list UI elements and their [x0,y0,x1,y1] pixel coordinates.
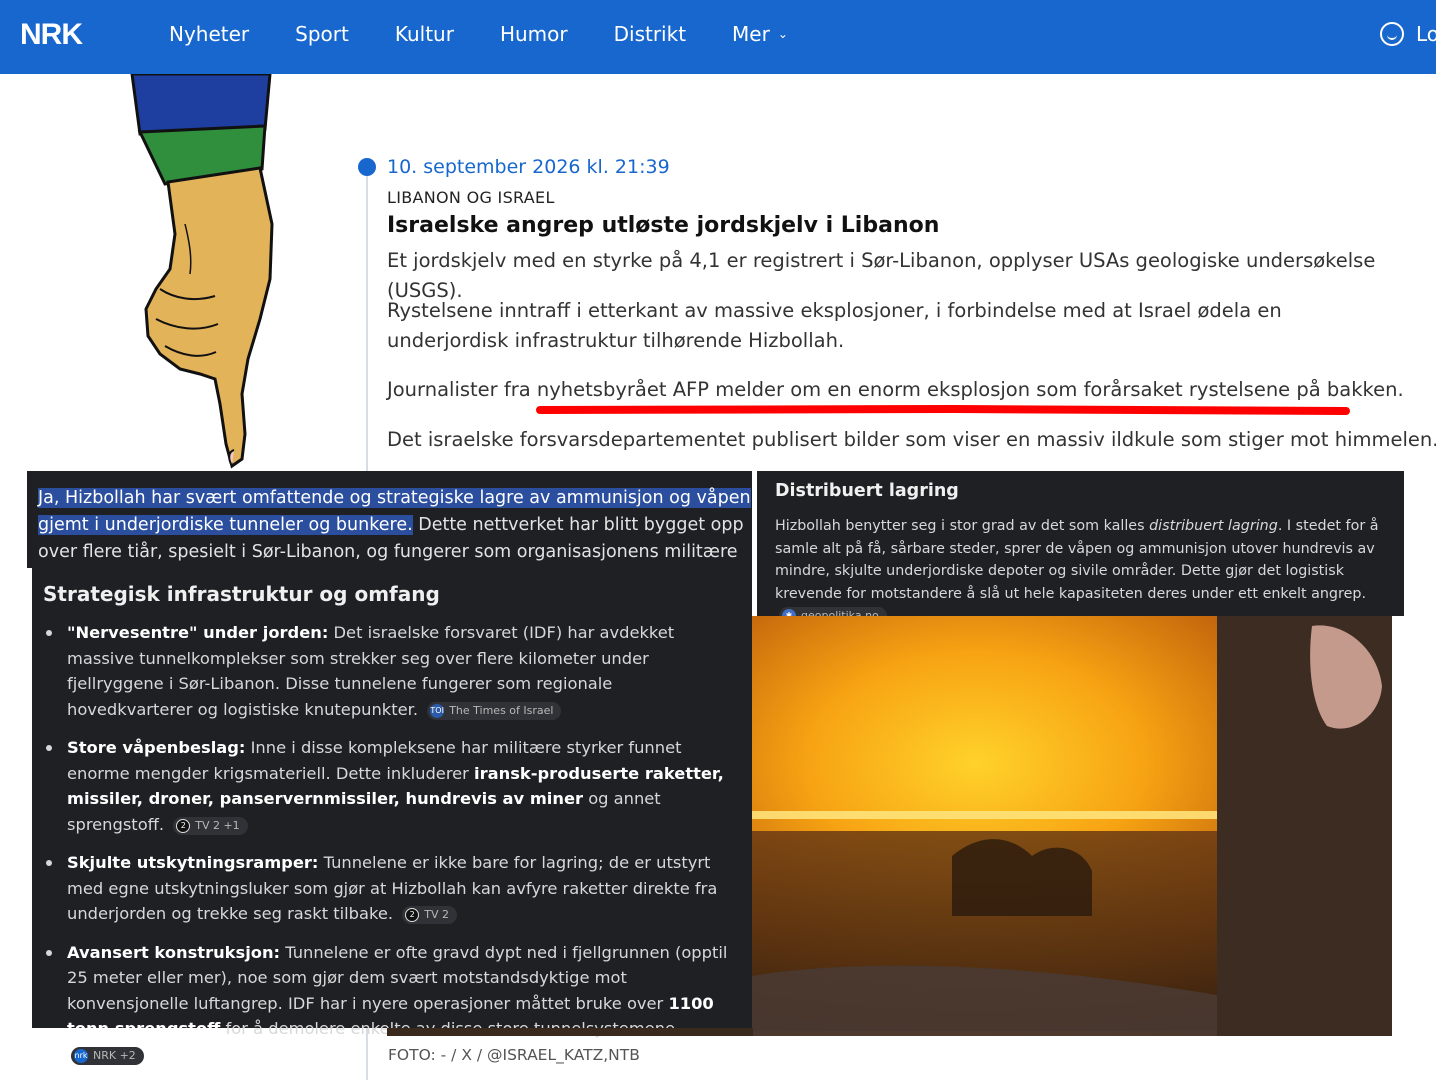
storage-title: Distribuert lagring [775,481,959,501]
nav-item-distrikt[interactable]: Distrikt [614,22,686,46]
infrastructure-list: "Nervesentre" under jorden: Det israelsk… [43,620,740,1067]
source-label: The Times of Israel [449,703,554,717]
nav-item-nyheter[interactable]: Nyheter [169,22,249,46]
article-paragraph: Det israelske forsvarsdepartementet publ… [387,428,1436,451]
source-label: TV 2 [424,908,449,921]
article-kicker: LIBANON OG ISRAEL [387,188,555,207]
source-chip[interactable]: 2 TV 2 [402,906,457,924]
photo-strip [387,1028,753,1036]
main-nav: Nyheter Sport Kultur Humor Distrikt Mer … [169,22,834,46]
article-paragraph: Rystelsene inntraff i etterkant av massi… [387,299,1282,352]
bullet-label: "Nervesentre" under jorden: [67,623,329,642]
infrastructure-panel: Strategisk infrastruktur og omfang "Nerv… [32,568,752,1065]
login-label: Lo [1416,22,1436,46]
timeline-dot [358,158,376,176]
chevron-down-icon: ⌄ [777,27,788,41]
site-header: NRK Nyheter Sport Kultur Humor Distrikt … [0,0,1436,74]
red-underline-annotation [536,405,1350,415]
storage-panel: Distribuert lagring Hizbollah benytter s… [757,471,1404,625]
login-button[interactable]: Lo [1380,22,1436,46]
bullet-label: Skjulte utskytningsramper: [67,853,319,872]
storage-text-part: Hizbollah benytter seg i stor grad av de… [775,518,1150,534]
article-date: 10. september 2026 kl. 21:39 [387,156,670,178]
article-headline: Israelske angrep utløste jordskjelv i Li… [387,213,940,238]
bullet-label: Store våpenbeslag: [67,738,246,757]
source-label: TV 2 +1 [195,818,240,832]
storage-text-em: distribuert lagring [1149,518,1278,534]
nav-item-humor[interactable]: Humor [500,22,568,46]
bullet-label: Avansert konstruksjon: [67,942,281,962]
article-paragraph: Journalister fra nyhetsbyrået AFP melder… [387,378,1404,401]
explosion-photo [752,616,1392,1036]
list-item: "Nervesentre" under jorden: Det israelsk… [43,620,740,722]
nrk-logo[interactable]: NRK [20,18,83,52]
tv2-icon: 2 [176,818,191,833]
nav-item-sport[interactable]: Sport [295,22,349,46]
pointing-hand-icon [130,74,274,469]
ai-answer-panel: Ja, Hizbollah har svært omfattende og st… [27,471,752,589]
tv2-icon: 2 [405,908,420,922]
photo-caption: FOTO: - / X / @ISRAEL_KATZ,NTB [388,1046,640,1064]
source-chip[interactable]: TOI The Times of Israel [427,701,562,720]
list-item: Skjulte utskytningsramper: Tunnelene er … [43,850,740,927]
times-of-israel-icon: TOI [430,703,445,718]
source-chip[interactable]: 2 TV 2 +1 [173,816,248,835]
nav-item-mer[interactable]: Mer ⌄ [732,22,788,46]
storage-text: Hizbollah benytter seg i stor grad av de… [775,515,1386,628]
infrastructure-title: Strategisk infrastruktur og omfang [43,582,440,606]
source-label: NRK +2 [93,1048,136,1062]
nav-more-label: Mer [732,22,770,46]
user-circle-icon [1380,22,1404,46]
nrk-icon: nrk [74,1048,88,1063]
source-chip[interactable]: nrk NRK +2 [71,1046,144,1065]
nav-item-kultur[interactable]: Kultur [395,22,454,46]
list-item: Store våpenbeslag: Inne i disse kompleks… [43,735,740,837]
